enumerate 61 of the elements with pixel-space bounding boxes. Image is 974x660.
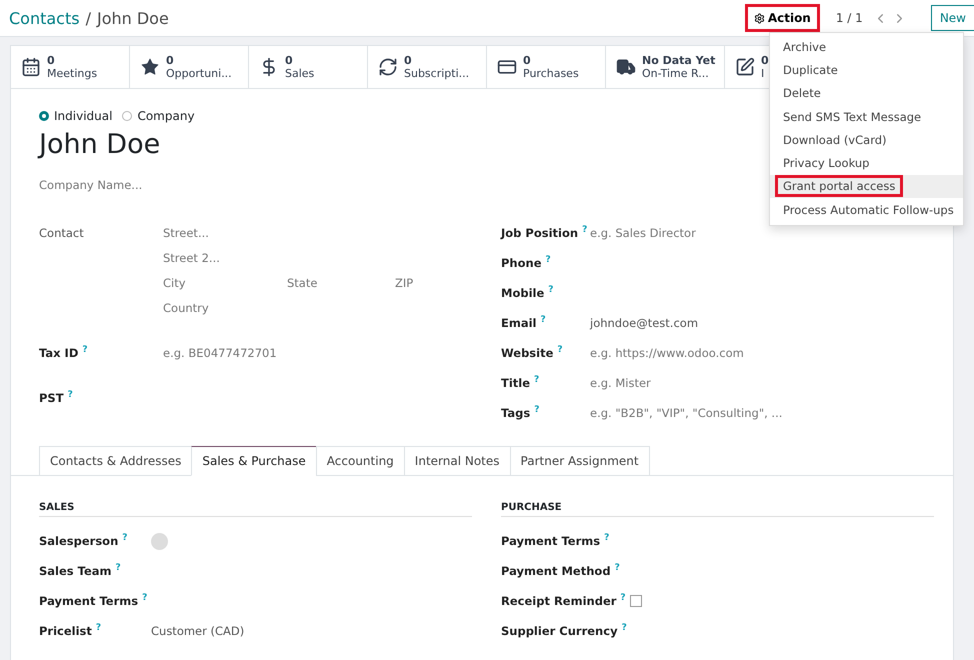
record-title: John Doe [96,8,169,28]
pager: 1 / 1 [836,11,863,25]
field-placeholder[interactable]: e.g. https://www.odoo.com [590,346,744,360]
refresh-icon [378,57,398,77]
menu-item[interactable]: Duplicate [770,58,963,82]
field-label: Contact [39,226,84,240]
field-label: Tags $^{?}$ [501,406,540,420]
field-placeholder[interactable]: e.g. "B2B", "VIP", "Consulting", ... [590,406,782,420]
checkbox[interactable] [630,595,642,607]
action-button[interactable]: Action [744,4,820,32]
menu-item[interactable]: Grant portal access [770,174,963,198]
edit-icon [735,57,755,77]
menu-item[interactable]: Archive [770,35,963,58]
field-label: Pricelist $^{?}$ [39,624,102,638]
field-label: Website $^{?}$ [501,346,563,360]
menu-item[interactable]: Process Automatic Follow-ups [770,198,963,222]
gear-icon [754,12,765,24]
field-label: Email $^{?}$ [501,316,546,330]
field-label: PST $^{?}$ [39,390,73,406]
menu-item[interactable]: Send SMS Text Message [770,104,963,128]
radio-option[interactable]: Individual [39,109,112,123]
field-label: Payment Terms $^{?}$ [39,594,148,608]
field-label: Sales Team $^{?}$ [39,564,121,578]
new-button[interactable]: New [930,5,974,31]
tab[interactable]: Sales & Purchase [191,446,317,476]
menu-item[interactable]: Privacy Lookup [770,151,963,175]
field-value[interactable]: johndoe@test.com [590,316,698,330]
field-label: Title $^{?}$ [501,376,540,390]
city-field[interactable]: City [163,276,186,290]
field-placeholder[interactable]: e.g. BE0477472701 [163,346,277,360]
breadcrumb-separator: / [86,8,91,28]
tab[interactable]: Partner Assignment [510,446,650,476]
field-label: Receipt Reminder $^{?}$ [501,594,626,608]
menu-item[interactable]: Download (vCard) [770,128,963,152]
truck-icon [616,57,636,77]
menu-item[interactable]: Delete [770,82,963,105]
field-placeholder[interactable]: e.g. Mister [590,376,651,390]
zip-field[interactable]: ZIP [395,276,414,290]
street-field[interactable]: Street 2... [163,251,220,265]
field-placeholder[interactable]: e.g. Sales Director [590,226,696,240]
field-label: Payment Terms $^{?}$ [501,534,610,548]
star-icon [140,57,160,77]
field-label: Tax ID $^{?}$ [39,346,88,360]
field-value[interactable]: Customer (CAD) [151,624,244,638]
field-label: Supplier Currency $^{?}$ [501,624,627,638]
section-title: SALES [39,502,472,517]
breadcrumb-link[interactable]: Contacts [9,8,80,28]
section-title: PURCHASE [501,502,934,517]
company-name-field[interactable]: Company Name... [39,178,142,192]
field-label: Mobile $^{?}$ [501,286,554,300]
country-field[interactable]: Country [163,301,209,315]
field-label: Job Position $^{?}$ [501,226,588,240]
tab[interactable]: Contacts & Addresses [39,446,192,476]
radio-option[interactable]: Company [122,109,195,123]
field-label: Payment Method $^{?}$ [501,564,620,578]
state-field[interactable]: State [287,276,318,290]
calendar-icon [21,57,41,77]
street-field[interactable]: Street... [163,226,209,240]
field-label: Phone $^{?}$ [501,256,551,270]
tab[interactable]: Accounting [316,446,405,476]
field-label: Salesperson $^{?}$ [39,534,128,548]
